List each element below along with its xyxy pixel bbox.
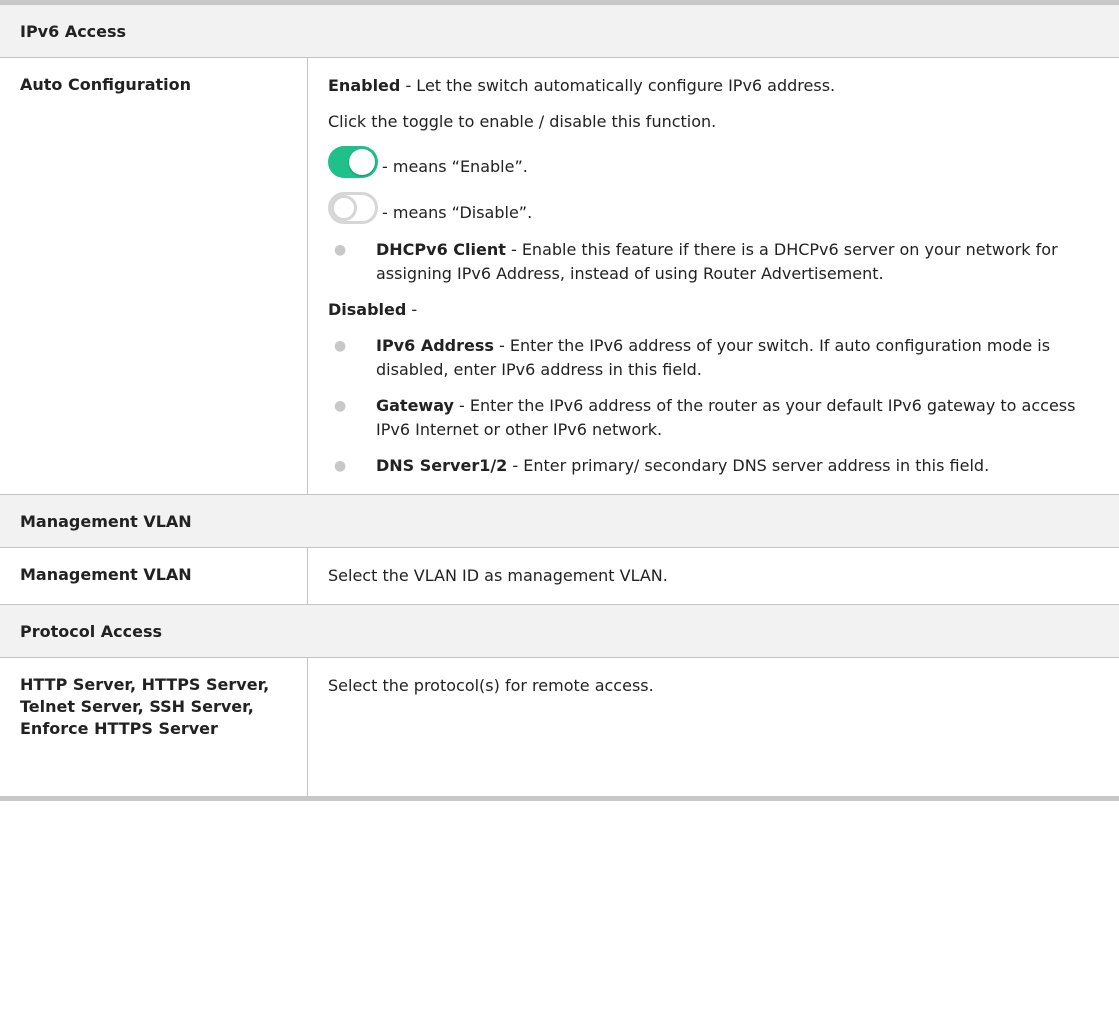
section-title: Management VLAN [20, 511, 192, 531]
section-header-ipv6-access: IPv6 Access [0, 5, 1119, 58]
gateway-description: - Enter the IPv6 address of the router a… [376, 396, 1076, 439]
term-ipv6-address: IPv6 Address [376, 336, 494, 355]
field-description: Select the VLAN ID as management VLAN. [328, 566, 668, 585]
toggle-legend-enable: - means “Enable”. [328, 146, 1099, 178]
section-title: Protocol Access [20, 621, 163, 641]
field-description: Select the protocol(s) for remote access… [328, 676, 654, 695]
field-label-management-vlan: Management VLAN [0, 548, 308, 604]
settings-description-table: IPv6 Access Auto Configuration Enabled -… [0, 0, 1119, 801]
bullet-icon: ● [334, 458, 347, 474]
table-row-management-vlan: Management VLAN Select the VLAN ID as ma… [0, 548, 1119, 605]
bullet-icon: ● [334, 398, 347, 414]
list-item-dns-server: ● DNS Server1/2 - Enter primary/ seconda… [328, 454, 1099, 478]
toggle-legend-disable: - means “Disable”. [328, 192, 1099, 224]
list-item-text: DHCPv6 Client - Enable this feature if t… [376, 238, 1099, 286]
toggle-hint: Click the toggle to enable / disable thi… [328, 112, 717, 131]
table-row-auto-configuration: Auto Configuration Enabled - Let the swi… [0, 58, 1119, 495]
toggle-off-text: - means “Disable”. [382, 203, 533, 222]
bullet-icon: ● [334, 242, 347, 258]
term-gateway: Gateway [376, 396, 454, 415]
dns-server-description: - Enter primary/ secondary DNS server ad… [507, 456, 990, 475]
enabled-description: - Let the switch automatically configure… [400, 76, 836, 95]
disabled-description: - [406, 300, 418, 319]
enabled-paragraph: Enabled - Let the switch automatically c… [328, 74, 1099, 98]
toggle-on-icon [328, 146, 378, 178]
list-item-text: IPv6 Address - Enter the IPv6 address of… [376, 334, 1099, 382]
field-label-protocols: HTTP Server, HTTPS Server, Telnet Server… [0, 658, 308, 796]
toggle-knob [349, 149, 375, 175]
disabled-paragraph: Disabled - [328, 298, 1099, 322]
bullet-icon: ● [334, 338, 347, 354]
term-dns-server: DNS Server1/2 [376, 456, 508, 475]
toggle-on-text: - means “Enable”. [382, 157, 528, 176]
field-label-auto-configuration: Auto Configuration [0, 58, 308, 494]
list-item-ipv6-address: ● IPv6 Address - Enter the IPv6 address … [328, 334, 1099, 382]
toggle-knob [331, 195, 357, 221]
section-title: IPv6 Access [20, 21, 127, 41]
section-header-protocol-access: Protocol Access [0, 605, 1119, 658]
term-dhcpv6-client: DHCPv6 Client [376, 240, 506, 259]
section-header-management-vlan: Management VLAN [0, 495, 1119, 548]
term-disabled: Disabled [328, 300, 407, 319]
list-item-text: Gateway - Enter the IPv6 address of the … [376, 394, 1099, 442]
table-row-protocol-access: HTTP Server, HTTPS Server, Telnet Server… [0, 658, 1119, 796]
toggle-off-icon [328, 192, 378, 224]
list-item-gateway: ● Gateway - Enter the IPv6 address of th… [328, 394, 1099, 442]
field-description: Enabled - Let the switch automatically c… [308, 58, 1119, 494]
list-item-text: DNS Server1/2 - Enter primary/ secondary… [376, 454, 1099, 478]
term-enabled: Enabled [328, 76, 401, 95]
list-item-dhcpv6-client: ● DHCPv6 Client - Enable this feature if… [328, 238, 1099, 286]
